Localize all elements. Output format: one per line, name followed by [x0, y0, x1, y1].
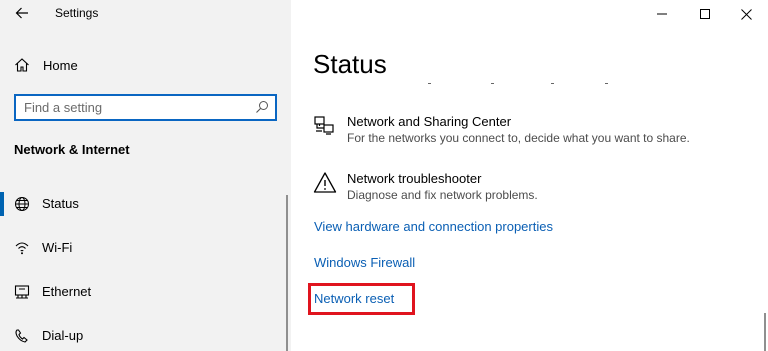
- home-nav-item[interactable]: Home: [0, 53, 291, 79]
- minimize-icon: [657, 13, 667, 15]
- network-troubleshooter-item[interactable]: Network troubleshooter Diagnose and fix …: [313, 171, 753, 207]
- title-bar: Settings: [0, 0, 291, 28]
- sidebar-item-dialup[interactable]: Dial-up: [0, 316, 291, 351]
- item-description: Diagnose and fix network problems.: [347, 188, 538, 202]
- back-arrow-icon: [15, 7, 28, 19]
- sidebar-item-wifi[interactable]: Wi-Fi: [0, 228, 291, 268]
- minimize-button[interactable]: [639, 0, 685, 28]
- home-label: Home: [43, 58, 78, 73]
- sidebar-item-label: Wi-Fi: [42, 240, 73, 255]
- maximize-icon: [700, 9, 710, 19]
- search-icon[interactable]: [255, 100, 269, 114]
- page-title: Status: [313, 49, 387, 79]
- app-title: Settings: [55, 6, 99, 20]
- network-sharing-icon: [314, 116, 334, 135]
- wifi-icon: [15, 242, 29, 255]
- globe-icon: [15, 197, 29, 211]
- sidebar-item-status[interactable]: Status: [0, 184, 291, 224]
- back-button[interactable]: [10, 3, 34, 23]
- section-title: Network & Internet: [14, 142, 130, 157]
- warning-icon: [313, 172, 337, 193]
- sidebar-item-label: Dial-up: [42, 328, 84, 343]
- sidebar-item-label: Status: [42, 196, 79, 211]
- item-title: Network and Sharing Center: [347, 114, 512, 129]
- search-box[interactable]: [14, 94, 277, 121]
- main-scrollbar[interactable]: [764, 313, 766, 351]
- sidebar-scrollbar[interactable]: [286, 195, 288, 351]
- sidebar-item-label: Ethernet: [42, 284, 92, 299]
- network-sharing-center-item[interactable]: Network and Sharing Center For the netwo…: [313, 114, 753, 150]
- clipped-content: [313, 83, 753, 87]
- dialup-icon: [15, 329, 28, 343]
- close-button[interactable]: [723, 0, 768, 28]
- windows-firewall-link[interactable]: Windows Firewall: [314, 255, 415, 270]
- search-input[interactable]: [16, 96, 246, 119]
- highlight-box: [308, 283, 415, 315]
- item-description: For the networks you connect to, decide …: [347, 131, 690, 145]
- home-icon: [15, 58, 29, 72]
- sidebar: Settings Home Network & Internet Status …: [0, 0, 291, 351]
- maximize-button[interactable]: [682, 0, 728, 28]
- view-hardware-properties-link[interactable]: View hardware and connection properties: [314, 219, 553, 234]
- close-icon: [740, 8, 752, 20]
- sidebar-item-ethernet[interactable]: Ethernet: [0, 272, 291, 312]
- item-title: Network troubleshooter: [347, 171, 482, 186]
- main-panel: Status Network and Sharing Center For th…: [291, 0, 768, 351]
- ethernet-icon: [14, 285, 30, 299]
